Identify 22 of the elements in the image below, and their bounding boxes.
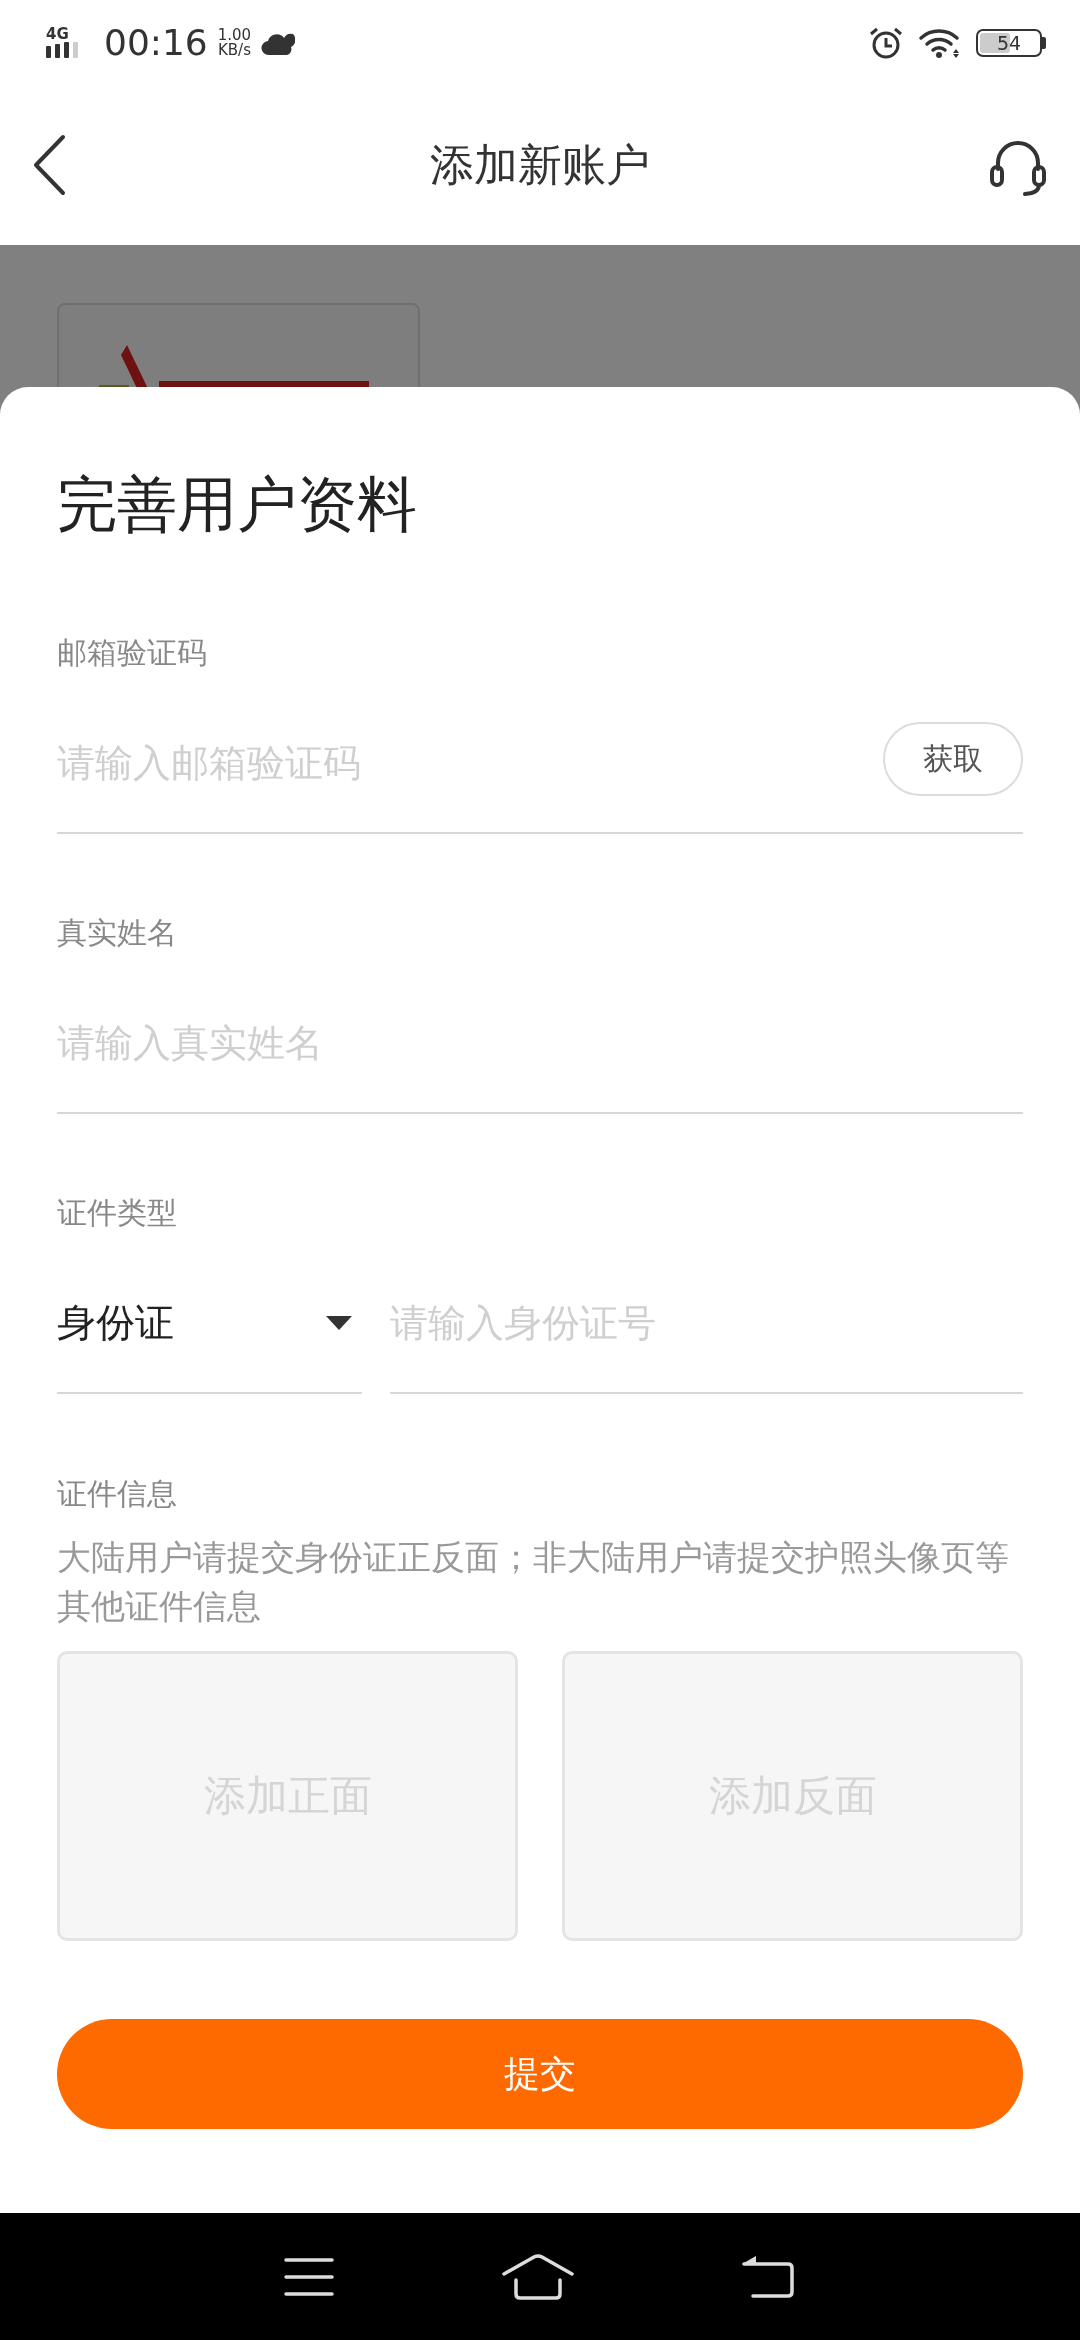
battery-level: 54 bbox=[996, 31, 1022, 54]
back-nav-icon[interactable] bbox=[741, 2253, 797, 2300]
clock-time: 00:16 bbox=[104, 22, 208, 63]
caret-icon bbox=[326, 1316, 352, 1330]
sheet-title: 完善用户资料 bbox=[57, 468, 418, 541]
menu-icon[interactable] bbox=[283, 2255, 335, 2298]
alarm-clock-icon bbox=[868, 25, 904, 60]
get-code-button[interactable]: 获取 bbox=[883, 722, 1023, 796]
page-title: 添加新账户 bbox=[430, 137, 650, 192]
upload-hint: 大陆用户请提交身份证正反面；非大陆用户请提交护照头像页等其他证件信息 bbox=[57, 1537, 1010, 1628]
wifi-icon bbox=[918, 26, 962, 59]
field-label: 证件类型 bbox=[57, 1194, 178, 1232]
speed-value: 1.00 bbox=[217, 27, 252, 43]
network-type: 4G bbox=[46, 27, 69, 42]
submit-button[interactable]: 提交 bbox=[57, 2019, 1023, 2129]
field-label: 证件信息 bbox=[57, 1475, 178, 1513]
id-type-dropdown[interactable]: 身份证 bbox=[57, 1254, 362, 1394]
field-label: 邮箱验证码 bbox=[57, 634, 208, 672]
home-icon[interactable] bbox=[501, 2253, 575, 2300]
field-label: 真实姓名 bbox=[57, 914, 178, 952]
speed-unit: KB/s bbox=[217, 42, 251, 58]
dropdown-value: 身份证 bbox=[57, 1299, 174, 1347]
